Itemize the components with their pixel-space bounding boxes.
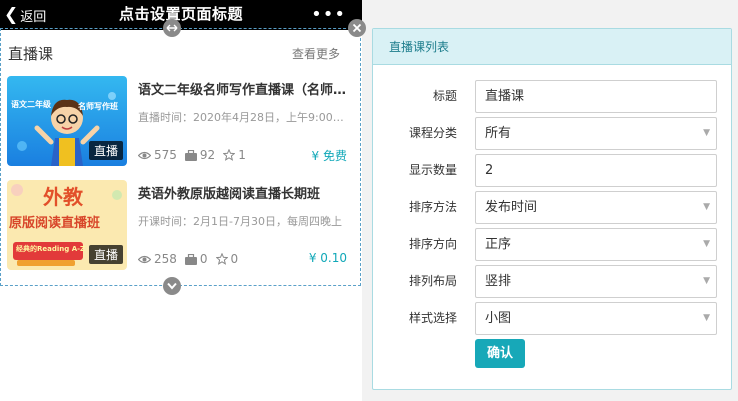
eye-icon bbox=[138, 255, 151, 263]
select-value: 正序 bbox=[485, 237, 512, 252]
move-down-handle[interactable] bbox=[163, 277, 181, 295]
select-value: 发布时间 bbox=[485, 200, 538, 215]
field-label: 课程分类 bbox=[408, 126, 457, 140]
bags-count: 0 bbox=[199, 252, 208, 266]
course-title: 语文二年级名师写作直播课（名师写作班） bbox=[138, 83, 353, 98]
star-icon bbox=[223, 149, 236, 161]
course-item[interactable]: 直播 语文二年级 名师写作班 语文二年级名师写作直播课（名师写作班） 直播时间：… bbox=[7, 76, 353, 166]
course-item[interactable]: 外教 原版阅读直播班 经典的Reading A-Z 直播 英语外教原版越阅读直播… bbox=[7, 180, 353, 270]
move-up-handle[interactable] bbox=[163, 19, 181, 37]
select-value: 所有 bbox=[485, 126, 512, 141]
field-label: 显示数量 bbox=[408, 163, 457, 177]
module-title: 直播课 bbox=[8, 45, 54, 63]
stars-stat: 0 bbox=[215, 252, 239, 266]
title-input[interactable]: 直播课 bbox=[475, 80, 717, 113]
caret-down-icon: ▼ bbox=[703, 313, 710, 323]
drag-arrows-icon bbox=[166, 24, 178, 32]
views-count: 575 bbox=[154, 148, 177, 162]
caret-down-icon: ▼ bbox=[703, 202, 710, 212]
stars-count: 0 bbox=[230, 252, 239, 266]
top-nav-bar: ❮ 返回 点击设置页面标题 ••• bbox=[0, 0, 362, 30]
thumb-text-small: 经典的Reading A-Z bbox=[16, 245, 86, 253]
panel-title: 直播课列表 bbox=[373, 29, 731, 65]
layout-select[interactable]: 竖排 ▼ bbox=[475, 265, 717, 298]
thumb-text-top: 外教 bbox=[43, 185, 83, 209]
see-more-link[interactable]: 查看更多 bbox=[292, 45, 340, 62]
chevron-down-icon bbox=[167, 282, 177, 290]
thumb-text-left: 语文二年级 bbox=[11, 100, 51, 109]
bag-icon bbox=[184, 149, 197, 161]
confirm-button[interactable]: 确认 bbox=[475, 339, 525, 368]
select-value: 竖排 bbox=[485, 274, 512, 289]
form-row-sort-direction: 排序方向 正序 ▼ bbox=[373, 228, 733, 261]
field-label: 标题 bbox=[432, 89, 457, 103]
caret-down-icon: ▼ bbox=[703, 276, 710, 286]
field-label: 排序方向 bbox=[408, 237, 457, 251]
field-label: 排序方法 bbox=[408, 200, 457, 214]
bag-icon bbox=[184, 253, 197, 265]
form-row-category: 课程分类 所有 ▼ bbox=[373, 117, 733, 150]
caret-down-icon: ▼ bbox=[703, 128, 710, 138]
form-row-sort-method: 排序方法 发布时间 ▼ bbox=[373, 191, 733, 224]
sort-method-select[interactable]: 发布时间 ▼ bbox=[475, 191, 717, 224]
thumb-text-mid: 原版阅读直播班 bbox=[9, 216, 101, 231]
field-label: 排列布局 bbox=[408, 274, 457, 288]
stars-stat: 1 bbox=[223, 148, 246, 162]
phone-preview: ❮ 返回 点击设置页面标题 ••• 直播课 查看更多 直播 语文二年级 名师写作… bbox=[0, 0, 366, 401]
bags-stat: 92 bbox=[184, 148, 216, 162]
course-stats: 575 92 1 bbox=[138, 148, 254, 162]
field-label: 样式选择 bbox=[408, 311, 457, 325]
close-icon bbox=[352, 23, 362, 33]
views-count: 258 bbox=[154, 252, 177, 266]
views-stat: 258 bbox=[138, 252, 177, 266]
course-title: 英语外教原版越阅读直播长期班 bbox=[138, 187, 321, 202]
page-root: ❮ 返回 点击设置页面标题 ••• 直播课 查看更多 直播 语文二年级 名师写作… bbox=[0, 0, 738, 401]
bags-count: 92 bbox=[199, 148, 216, 162]
stars-count: 1 bbox=[238, 148, 246, 162]
select-value: 小图 bbox=[485, 311, 512, 326]
style-select[interactable]: 小图 ▼ bbox=[475, 302, 717, 335]
star-icon bbox=[215, 253, 228, 265]
form-row-count: 显示数量 2 bbox=[373, 154, 733, 187]
settings-panel: 直播课列表 标题 直播课 课程分类 所有 ▼ 显示数量 2 排序方法 发布时间 … bbox=[372, 28, 732, 390]
thumb-text-right: 名师写作班 bbox=[78, 102, 118, 111]
live-badge: 直播 bbox=[88, 141, 123, 160]
course-time: 直播时间：2020年4月28日，上午9:00开始 bbox=[138, 111, 353, 124]
page-title[interactable]: 点击设置页面标题 bbox=[0, 3, 362, 24]
live-course-module[interactable]: 直播课 查看更多 直播 语文二年级 名师写作班 语文二年级名师写作直播课（名师写… bbox=[0, 28, 361, 286]
course-price: ¥ 免费 bbox=[311, 149, 347, 163]
course-time: 开课时间：2月1日-7月30日，每周四晚上 bbox=[138, 215, 342, 228]
course-thumbnail: 外教 原版阅读直播班 经典的Reading A-Z 直播 bbox=[7, 180, 127, 270]
caret-down-icon: ▼ bbox=[703, 239, 710, 249]
delete-module-handle[interactable] bbox=[348, 19, 366, 37]
form-row-title: 标题 直播课 bbox=[373, 80, 733, 113]
form-row-style: 样式选择 小图 ▼ bbox=[373, 302, 733, 335]
views-stat: 575 bbox=[138, 148, 177, 162]
category-select[interactable]: 所有 ▼ bbox=[475, 117, 717, 150]
form-row-layout: 排列布局 竖排 ▼ bbox=[373, 265, 733, 298]
course-price: ¥ 0.10 bbox=[308, 251, 347, 265]
course-stats: 258 0 0 bbox=[138, 252, 246, 266]
sort-direction-select[interactable]: 正序 ▼ bbox=[475, 228, 717, 261]
count-input[interactable]: 2 bbox=[475, 154, 717, 187]
course-thumbnail: 直播 语文二年级 名师写作班 bbox=[7, 76, 127, 166]
live-badge: 直播 bbox=[88, 245, 123, 264]
eye-icon bbox=[138, 151, 151, 159]
bags-stat: 0 bbox=[184, 252, 208, 266]
more-menu-button[interactable]: ••• bbox=[311, 4, 346, 25]
